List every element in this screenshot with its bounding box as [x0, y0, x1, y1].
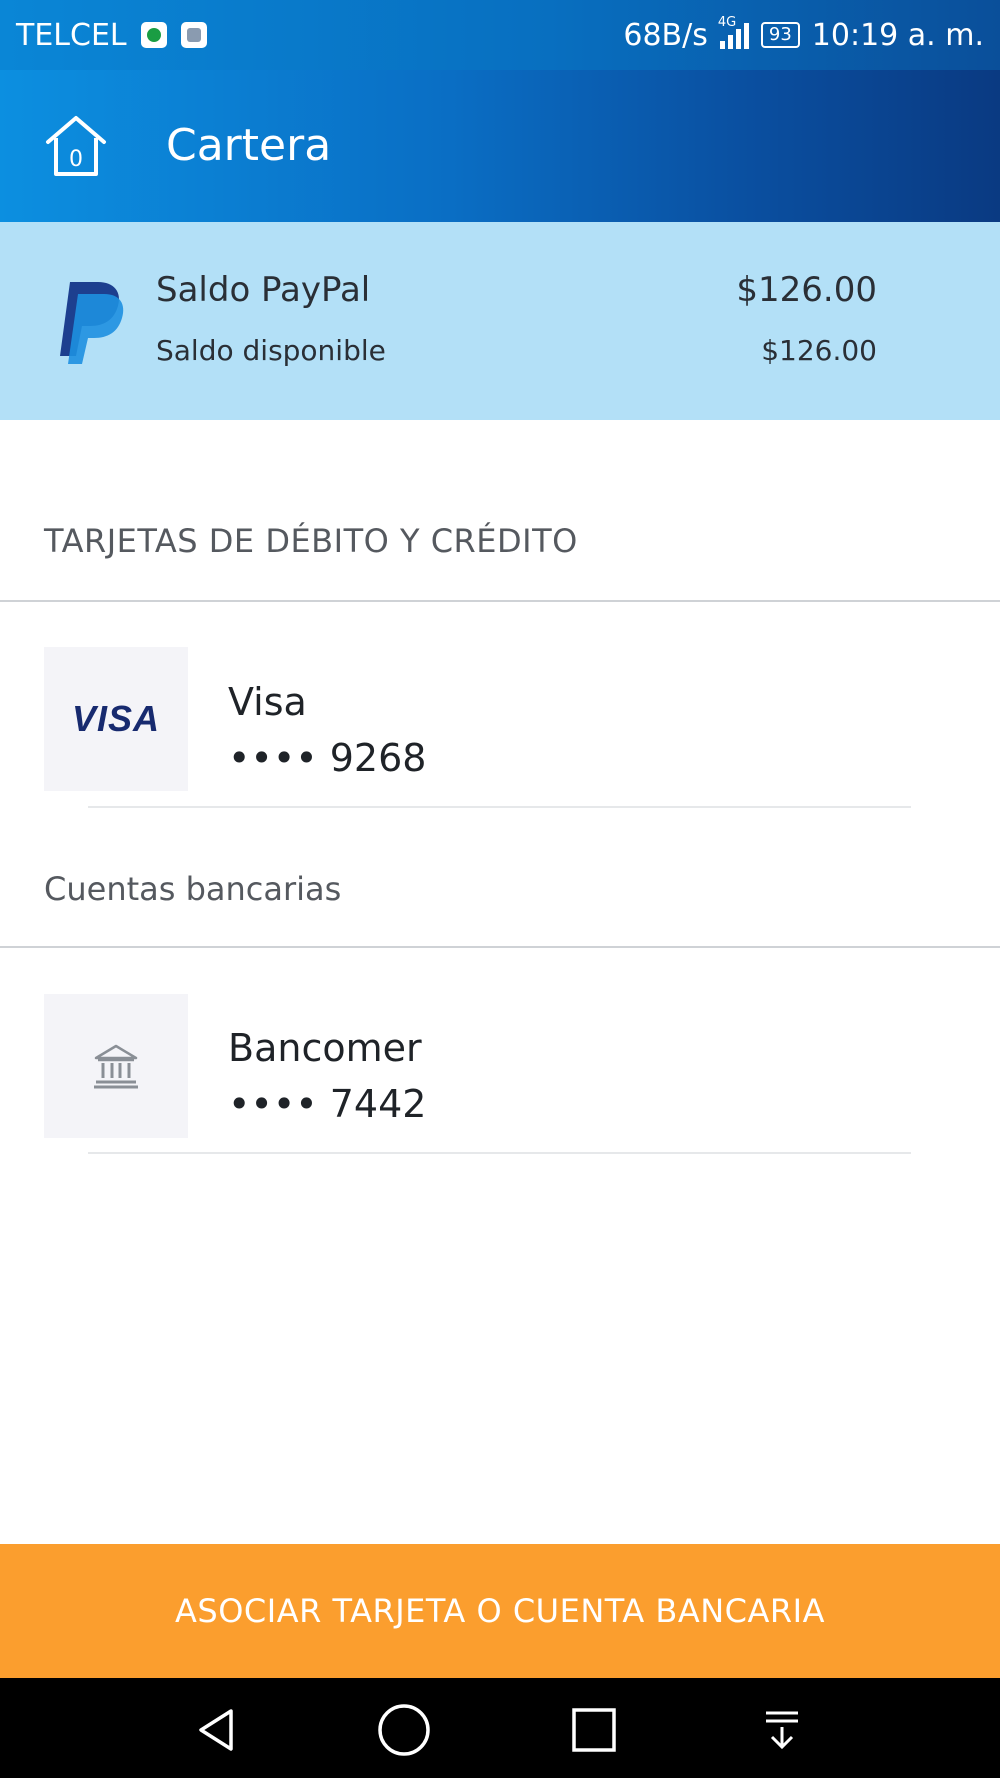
bank-section-header: Cuentas bancarias	[44, 870, 342, 908]
balance-amount: $126.00	[736, 270, 877, 310]
paypal-logo-icon	[60, 282, 124, 364]
whatsapp-icon	[140, 22, 167, 48]
app-header: 0 Cartera	[0, 70, 1000, 222]
notification-icon	[180, 22, 207, 48]
visa-logo-text: VISA	[71, 698, 161, 739]
battery-level: 93	[768, 24, 792, 45]
divider	[0, 946, 1000, 948]
carrier-label: TELCEL	[16, 17, 127, 53]
system-nav-bar	[0, 1678, 1000, 1778]
home-icon[interactable]: 0	[40, 110, 112, 182]
balance-title: Saldo PayPal	[156, 270, 371, 310]
available-balance-label: Saldo disponible	[156, 334, 386, 367]
notification-pull-icon[interactable]	[752, 1700, 812, 1760]
home-circle-icon[interactable]	[374, 1700, 434, 1760]
divider	[0, 600, 1000, 602]
bank-name: Bancomer	[228, 1026, 422, 1070]
status-left: TELCEL	[16, 18, 207, 53]
paypal-balance-card[interactable]	[0, 222, 1000, 420]
divider	[88, 1152, 911, 1154]
svg-text:0: 0	[69, 147, 83, 172]
cards-section-header: TARJETAS DE DÉBITO Y CRÉDITO	[44, 522, 578, 560]
network-type: 4G	[717, 15, 737, 30]
bank-building-icon	[94, 1044, 138, 1089]
available-balance-amount: $126.00	[761, 334, 877, 367]
battery-icon: 93	[760, 22, 800, 48]
visa-logo-icon: VISA	[44, 647, 188, 791]
card-number: •••• 9268	[228, 736, 427, 780]
card-name: Visa	[228, 680, 307, 724]
recents-icon[interactable]	[564, 1700, 624, 1760]
back-icon[interactable]	[186, 1700, 246, 1760]
link-card-or-bank-button[interactable]: ASOCIAR TARJETA O CUENTA BANCARIA	[0, 1544, 1000, 1678]
divider	[88, 806, 911, 808]
bank-icon	[44, 994, 188, 1138]
wallet-screen: TELCEL 68B/s 4G 93 10:19 a. m. 0 Cartera…	[0, 0, 1000, 1778]
net-speed: 68B/s	[623, 17, 708, 53]
page-title: Cartera	[166, 120, 332, 171]
bank-account-number: •••• 7442	[228, 1082, 427, 1126]
status-right: 68B/s 4G 93 10:19 a. m.	[623, 15, 984, 53]
signal-icon: 4G	[718, 15, 749, 49]
status-bar: TELCEL 68B/s 4G 93 10:19 a. m.	[0, 0, 1000, 70]
clock: 10:19 a. m.	[811, 17, 984, 53]
